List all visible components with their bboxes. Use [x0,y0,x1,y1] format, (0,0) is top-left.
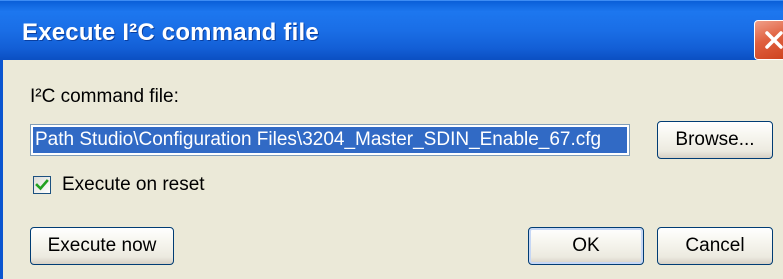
ok-button[interactable]: OK [528,227,644,265]
checkmark-icon [35,179,49,191]
title-bar[interactable]: Execute I²C command file [0,0,783,60]
dialog-window: Execute I²C command file I²C command fil… [0,0,783,279]
file-path-input[interactable]: Path Studio\Configuration Files\3204_Mas… [30,124,630,156]
close-button[interactable] [754,20,783,60]
cancel-button-label: Cancel [685,235,745,256]
ok-button-label: OK [572,235,600,256]
cancel-button[interactable]: Cancel [657,227,773,265]
file-path-value[interactable]: Path Studio\Configuration Files\3204_Mas… [33,127,627,153]
dialog-title: Execute I²C command file [22,19,319,46]
browse-button-label: Browse... [675,129,755,150]
file-label: I²C command file: [30,86,179,107]
close-icon [765,31,783,49]
execute-now-button[interactable]: Execute now [30,227,174,265]
execute-on-reset-checkbox[interactable] [33,176,51,194]
execute-now-button-label: Execute now [47,235,157,256]
execute-on-reset-label[interactable]: Execute on reset [62,174,205,196]
browse-button[interactable]: Browse... [657,121,773,159]
